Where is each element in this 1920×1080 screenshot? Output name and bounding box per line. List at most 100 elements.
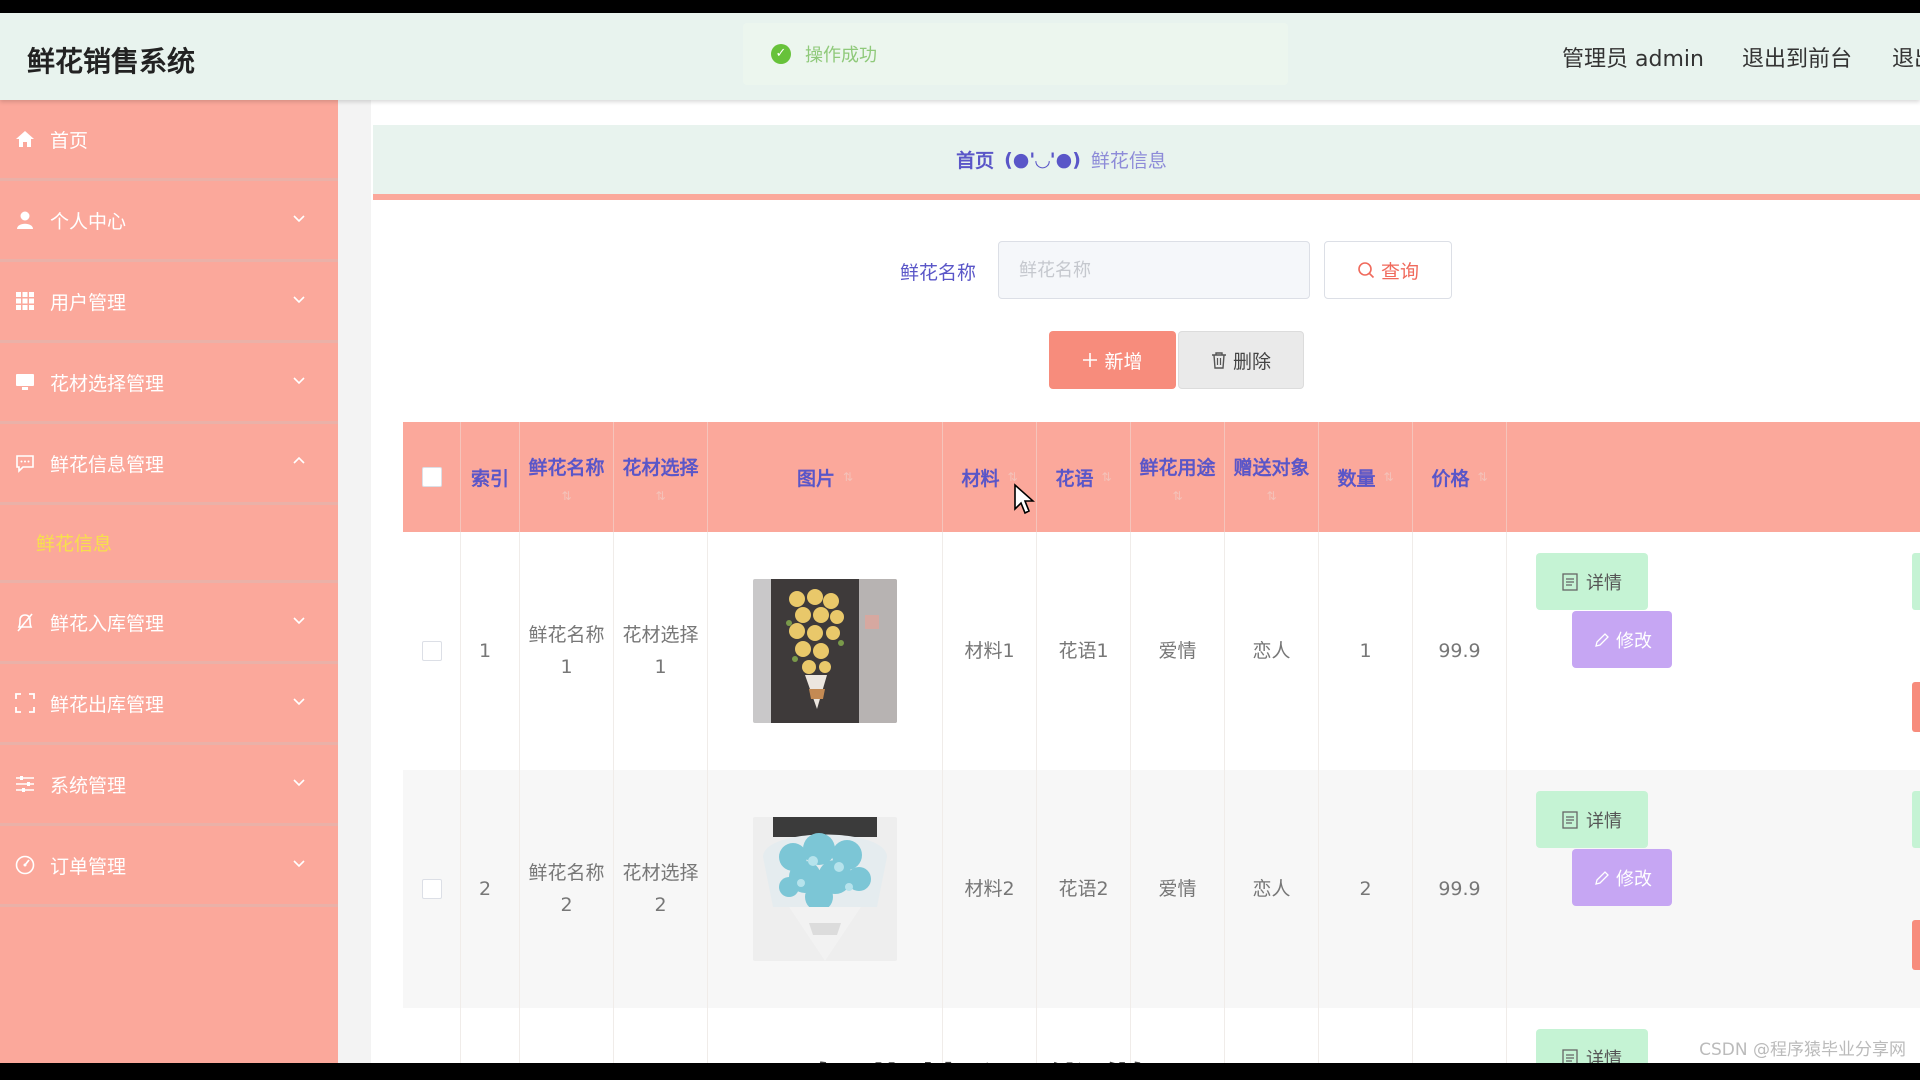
main-content: 首页 (●'◡'●) 鲜花信息 鲜花名称 查询 新增 删除 索引 <box>338 100 1920 1063</box>
column-header-recipient[interactable]: 赠送对象 ⇅ <box>1225 422 1319 532</box>
flower-name-cell: 鲜花名称 1 <box>520 532 614 770</box>
column-label: 价格 <box>1431 467 1470 490</box>
column-header-image[interactable]: 图片 ⇅ <box>708 422 943 532</box>
sort-icon[interactable]: ⇅ <box>1266 490 1276 502</box>
edit-button-label: 修改 <box>1616 868 1652 890</box>
query-button-label: 查询 <box>1380 260 1419 283</box>
recipient-cell <box>1225 1008 1319 1063</box>
delete-row-button-edge[interactable] <box>1912 682 1920 732</box>
edit-icon <box>1595 632 1609 647</box>
trash-icon <box>1211 352 1226 369</box>
breadcrumb-home[interactable]: 首页 <box>956 146 994 173</box>
sidebar-item-label: 订单管理 <box>50 855 127 878</box>
sidebar-item-label: 首页 <box>50 129 89 152</box>
column-header-flower-name[interactable]: 鲜花名称 ⇅ <box>520 422 614 532</box>
promo-overlay-text: 专业毕设代做 <box>798 1045 1158 1063</box>
sidebar-item-personal-center[interactable]: 个人中心 <box>0 181 338 262</box>
flower-bouquet-image[interactable] <box>753 817 897 961</box>
column-header-flower-language[interactable]: 花语 ⇅ <box>1037 422 1131 532</box>
recipient-cell: 恋人 <box>1225 532 1319 770</box>
price-cell: 99.9 <box>1413 770 1507 1008</box>
chevron-up-icon <box>293 456 305 464</box>
sort-icon[interactable]: ⇅ <box>1383 471 1393 483</box>
edit-button[interactable]: 修改 <box>1572 611 1672 668</box>
exit-to-front-link[interactable]: 退出到前台 <box>1742 41 1852 73</box>
delete-button-label: 删除 <box>1232 350 1271 373</box>
column-label: 鲜花用途 <box>1139 456 1216 479</box>
image-cell <box>708 532 943 770</box>
detail-button[interactable]: 详情 <box>1536 553 1648 610</box>
sidebar-item-stock-out[interactable]: 鲜花出库管理 <box>0 664 338 745</box>
action-button-edge[interactable] <box>1912 791 1920 848</box>
sort-icon[interactable]: ⇅ <box>1007 471 1017 483</box>
sidebar-item-label: 鲜花出库管理 <box>50 693 165 716</box>
search-icon <box>1358 262 1375 279</box>
query-button[interactable]: 查询 <box>1324 241 1452 299</box>
delete-row-button-edge[interactable] <box>1912 920 1920 970</box>
column-header-material-select[interactable]: 花材选择 ⇅ <box>614 422 708 532</box>
column-header-index[interactable]: 索引 <box>461 422 520 532</box>
content-gutter <box>338 100 371 1063</box>
column-header-usage[interactable]: 鲜花用途 ⇅ <box>1131 422 1225 532</box>
column-label: 花材选择 <box>622 456 699 479</box>
sort-icon[interactable]: ⇅ <box>561 490 571 502</box>
row-select-cell <box>403 1008 461 1063</box>
column-header-material[interactable]: 材料 ⇅ <box>943 422 1037 532</box>
material-select-text: 花材选择 <box>622 624 699 646</box>
sidebar-subitem-flower-info[interactable]: 鲜花信息 <box>0 505 338 583</box>
column-header-actions <box>1507 422 1720 532</box>
chevron-down-icon <box>293 779 305 787</box>
quantity-cell: 1 <box>1319 532 1413 770</box>
flower-name-text: 鲜花名称 <box>528 624 605 646</box>
table-row: 1 鲜花名称 1 花材选择 1 材料1 花语1 爱情 恋人 1 99.9 详情 … <box>403 532 1920 770</box>
detail-button[interactable]: 详情 <box>1536 1029 1648 1063</box>
column-label: 索引 <box>470 467 509 490</box>
document-icon <box>1562 572 1578 591</box>
chevron-down-icon <box>293 698 305 706</box>
index-cell: 1 <box>461 532 520 770</box>
row-checkbox[interactable] <box>421 879 442 899</box>
sort-icon[interactable]: ⇅ <box>655 490 665 502</box>
table-row: 2 鲜花名称 2 花材选择 2 材料2 花语2 爱情 恋人 2 99.9 详情 … <box>403 770 1920 1008</box>
flower-name-search-input[interactable] <box>998 241 1310 299</box>
material-select-text: 花材选择 <box>622 862 699 884</box>
sidebar-item-system-management[interactable]: 系统管理 <box>0 745 338 826</box>
admin-user-label: 管理员 admin <box>1562 47 1704 72</box>
detail-button-label: 详情 <box>1586 1048 1622 1064</box>
watermark: CSDN @程序猿毕业分享网 <box>1699 1040 1906 1060</box>
app-window: 鲜花销售系统 ✓ 操作成功 管理员 admin 退出到前台 退出 首页 个人中心 <box>0 13 1920 1063</box>
sort-icon[interactable]: ⇅ <box>1477 471 1487 483</box>
material-select-number: 1 <box>654 656 667 678</box>
select-all-checkbox[interactable] <box>421 467 442 487</box>
row-select-cell <box>403 770 461 1008</box>
edit-button-label: 修改 <box>1616 630 1652 652</box>
material-cell: 材料2 <box>943 770 1037 1008</box>
flower-language-cell: 花语1 <box>1037 532 1131 770</box>
add-button[interactable]: 新增 <box>1049 331 1176 389</box>
sidebar: 首页 个人中心 用户管理 花材选择管理 鲜花信息管理 鲜花信息 鲜花入库管理 鲜… <box>0 100 338 1063</box>
sort-icon[interactable]: ⇅ <box>843 471 853 483</box>
delete-button[interactable]: 删除 <box>1178 331 1304 389</box>
material-select-cell: 花材选择 1 <box>614 532 708 770</box>
sidebar-item-order-management[interactable]: 订单管理 <box>0 826 338 907</box>
row-select-cell <box>403 532 461 770</box>
sidebar-item-stock-in[interactable]: 鲜花入库管理 <box>0 583 338 664</box>
sort-icon[interactable]: ⇅ <box>1101 471 1111 483</box>
edit-button[interactable]: 修改 <box>1572 849 1672 906</box>
logout-link[interactable]: 退出 <box>1892 41 1920 73</box>
chevron-down-icon <box>293 617 305 625</box>
message-icon <box>14 452 36 474</box>
sidebar-item-home[interactable]: 首页 <box>0 100 338 181</box>
row-checkbox[interactable] <box>421 641 442 661</box>
flower-bouquet-image[interactable] <box>753 579 897 723</box>
flower-name-number: 1 <box>560 656 573 678</box>
detail-button[interactable]: 详情 <box>1536 791 1648 848</box>
sidebar-item-flower-info-management[interactable]: 鲜花信息管理 <box>0 424 338 505</box>
flower-name-cell: 鲜花名称 2 <box>520 770 614 1008</box>
column-header-price[interactable]: 价格 ⇅ <box>1413 422 1507 532</box>
sidebar-item-user-management[interactable]: 用户管理 <box>0 262 338 343</box>
sidebar-item-material-selection[interactable]: 花材选择管理 <box>0 343 338 424</box>
column-header-quantity[interactable]: 数量 ⇅ <box>1319 422 1413 532</box>
action-button-edge[interactable] <box>1912 553 1920 610</box>
sort-icon[interactable]: ⇅ <box>1172 490 1182 502</box>
